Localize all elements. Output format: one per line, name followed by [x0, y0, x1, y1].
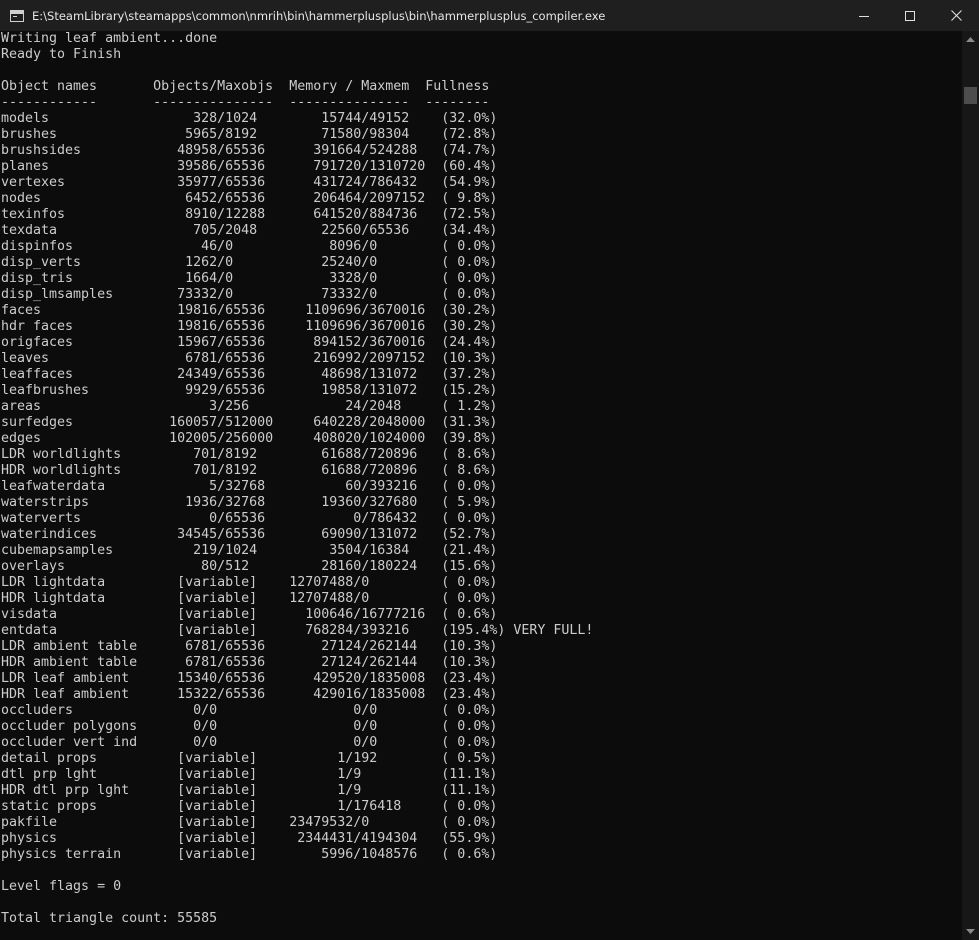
- console-line: LDR ambient table 6781/65536 27124/26214…: [1, 639, 498, 654]
- console-line: texdata 705/2048 22560/65536 (34.4%): [1, 223, 498, 238]
- console-line: leaffaces 24349/65536 48698/131072 (37.2…: [1, 367, 498, 382]
- close-button[interactable]: [933, 0, 979, 31]
- minimize-button[interactable]: [841, 0, 887, 31]
- console-line: static props [variable] 1/176418 ( 0.0%): [1, 799, 498, 814]
- console-line: vertexes 35977/65536 431724/786432 (54.9…: [1, 175, 498, 190]
- console-line: physics terrain [variable] 5996/1048576 …: [1, 847, 498, 862]
- console-line: occluder vert ind 0/0 0/0 ( 0.0%): [1, 735, 498, 750]
- console-line: brushes 5965/8192 71580/98304 (72.8%): [1, 127, 498, 142]
- console-line: Level flags = 0: [1, 879, 122, 894]
- maximize-icon: [905, 10, 915, 21]
- console-line: HDR worldlights 701/8192 61688/720896 ( …: [1, 463, 498, 478]
- scrollbar-thumb[interactable]: [964, 87, 977, 104]
- console-line: Writing leaf ambient...done: [1, 31, 218, 46]
- console-line: brushsides 48958/65536 391664/524288 (74…: [1, 143, 498, 158]
- console-line: LDR worldlights 701/8192 61688/720896 ( …: [1, 447, 498, 462]
- console-line: occluders 0/0 0/0 ( 0.0%): [1, 703, 498, 718]
- scroll-down-button[interactable]: [962, 923, 979, 940]
- console-line: dtl prp lght [variable] 1/9 (11.1%): [1, 767, 498, 782]
- console-line: ------------ --------------- -----------…: [1, 95, 490, 110]
- console-line: entdata [variable] 768284/393216 (195.4%…: [1, 623, 594, 638]
- console-line: faces 19816/65536 1109696/3670016 (30.2%…: [1, 303, 498, 318]
- console-line: cubemapsamples 219/1024 3504/16384 (21.4…: [1, 543, 498, 558]
- console-line: detail props [variable] 1/192 ( 0.5%): [1, 751, 498, 766]
- console-line: texinfos 8910/12288 641520/884736 (72.5%…: [1, 207, 498, 222]
- console-line: edges 102005/256000 408020/1024000 (39.8…: [1, 431, 498, 446]
- console-line: models 328/1024 15744/49152 (32.0%): [1, 111, 498, 126]
- console-line: HDR leaf ambient 15322/65536 429016/1835…: [1, 687, 498, 702]
- console-line: physics [variable] 2344431/4194304 (55.9…: [1, 831, 498, 846]
- console-line: hdr faces 19816/65536 1109696/3670016 (3…: [1, 319, 498, 334]
- console-line: leafbrushes 9929/65536 19858/131072 (15.…: [1, 383, 498, 398]
- console-window-icon[interactable]: [10, 9, 24, 22]
- console-line: Object names Objects/Maxobjs Memory / Ma…: [1, 79, 490, 94]
- console-line: nodes 6452/65536 206464/2097152 ( 9.8%): [1, 191, 498, 206]
- console-line: occluder polygons 0/0 0/0 ( 0.0%): [1, 719, 498, 734]
- console-line: visdata [variable] 100646/16777216 ( 0.6…: [1, 607, 498, 622]
- minimize-icon: [859, 15, 869, 17]
- console-line: waterstrips 1936/32768 19360/327680 ( 5.…: [1, 495, 498, 510]
- console-line: Total triangle count: 55585: [1, 911, 218, 926]
- console-line: pakfile [variable] 23479532/0 ( 0.0%): [1, 815, 498, 830]
- console-line: dispinfos 46/0 8096/0 ( 0.0%): [1, 239, 498, 254]
- maximize-button[interactable]: [887, 0, 933, 31]
- console-line: HDR ambient table 6781/65536 27124/26214…: [1, 655, 498, 670]
- console-line: surfedges 160057/512000 640228/2048000 (…: [1, 415, 498, 430]
- scroll-up-arrow-icon: [966, 36, 975, 42]
- console-line: origfaces 15967/65536 894152/3670016 (24…: [1, 335, 498, 350]
- console-line: HDR dtl prp lght [variable] 1/9 (11.1%): [1, 783, 498, 798]
- console-text: Writing leaf ambient...done Ready to Fini…: [0, 31, 962, 927]
- console-line: planes 39586/65536 791720/1310720 (60.4%…: [1, 159, 498, 174]
- scroll-up-button[interactable]: [962, 31, 979, 48]
- console-window: E:\SteamLibrary\steamapps\common\nmrih\b…: [0, 0, 979, 940]
- title-bar[interactable]: E:\SteamLibrary\steamapps\common\nmrih\b…: [0, 0, 979, 31]
- console-line: LDR leaf ambient 15340/65536 429520/1835…: [1, 671, 498, 686]
- console-line: leaves 6781/65536 216992/2097152 (10.3%): [1, 351, 498, 366]
- close-icon: [950, 10, 962, 21]
- console-line: waterindices 34545/65536 69090/131072 (5…: [1, 527, 498, 542]
- console-line: LDR lightdata [variable] 12707488/0 ( 0.…: [1, 575, 498, 590]
- console-line: areas 3/256 24/2048 ( 1.2%): [1, 399, 498, 414]
- console-line: overlays 80/512 28160/180224 (15.6%): [1, 559, 498, 574]
- console-line: leafwaterdata 5/32768 60/393216 ( 0.0%): [1, 479, 498, 494]
- console-line: disp_verts 1262/0 25240/0 ( 0.0%): [1, 255, 498, 270]
- scroll-down-arrow-icon: [966, 928, 975, 934]
- vertical-scrollbar[interactable]: [962, 31, 979, 940]
- console-output[interactable]: Writing leaf ambient...done Ready to Fini…: [0, 31, 962, 940]
- window-title: E:\SteamLibrary\steamapps\common\nmrih\b…: [32, 8, 606, 23]
- console-line: HDR lightdata [variable] 12707488/0 ( 0.…: [1, 591, 498, 606]
- console-line: Ready to Finish: [1, 47, 122, 62]
- console-line: disp_lmsamples 73332/0 73332/0 ( 0.0%): [1, 287, 498, 302]
- console-line: disp_tris 1664/0 3328/0 ( 0.0%): [1, 271, 498, 286]
- console-line: waterverts 0/65536 0/786432 ( 0.0%): [1, 511, 498, 526]
